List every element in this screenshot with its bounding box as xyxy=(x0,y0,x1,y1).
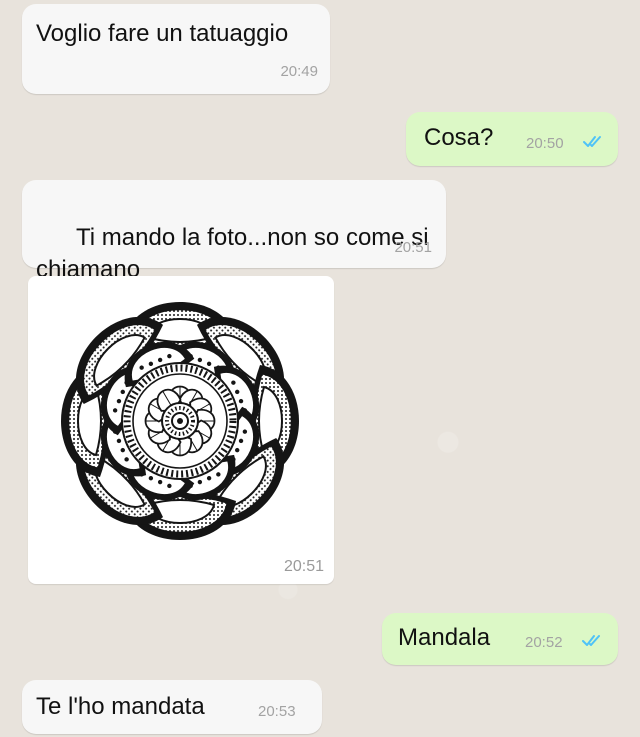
message-text-part: Ti mando la foto...non so come si chiama… xyxy=(36,224,436,283)
message-timestamp: 20:53 xyxy=(258,703,296,720)
incoming-message-1[interactable]: Voglio fare un tatuaggio 20:49 xyxy=(22,4,330,94)
outgoing-message-2[interactable]: Mandala 20:52 xyxy=(382,613,618,665)
image-timestamp: 20:51 xyxy=(283,558,324,575)
message-timestamp: 20:51 xyxy=(394,239,432,256)
image-message[interactable]: 20:51 xyxy=(28,276,334,584)
message-timestamp: 20:49 xyxy=(280,63,318,80)
message-text: Cosa? xyxy=(424,124,494,151)
read-ticks-icon xyxy=(583,136,601,147)
message-timestamp: 20:52 xyxy=(525,634,563,651)
incoming-message-2[interactable]: Ti mando la foto...non so come si chiama… xyxy=(22,180,446,377)
message-text: Mandala xyxy=(398,624,491,651)
mandala-image xyxy=(61,302,299,540)
outgoing-message-1[interactable]: Cosa? 20:50 xyxy=(406,112,618,166)
chat-background: Voglio fare un tatuaggio 20:49 Cosa? 20:… xyxy=(0,0,640,737)
incoming-message-3[interactable]: Te l'ho mandata 20:53 xyxy=(22,680,322,734)
message-text: Te l'ho mandata xyxy=(36,693,205,720)
message-timestamp: 20:50 xyxy=(526,135,564,152)
read-ticks-icon xyxy=(582,635,600,646)
message-text: Voglio fare un tatuaggio xyxy=(36,20,289,47)
